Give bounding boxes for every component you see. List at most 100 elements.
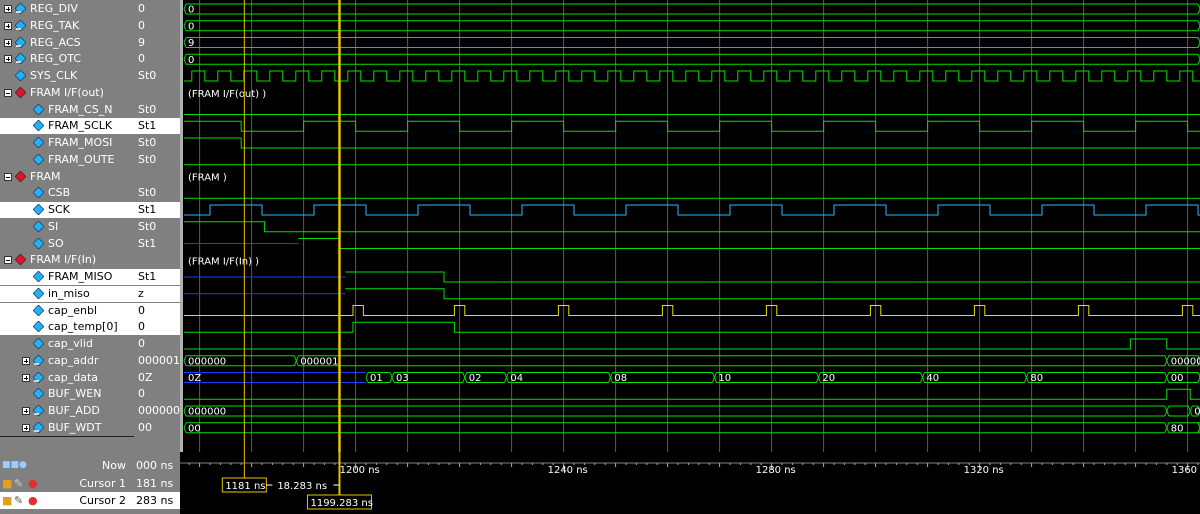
signal-value: 9	[138, 35, 145, 49]
remove-icon[interactable]: ●	[28, 492, 38, 509]
cursor1-row[interactable]: ■ ✎ ● Cursor 1	[0, 475, 134, 492]
group-label-fram: (FRAM )	[188, 173, 227, 184]
signal-row[interactable]: FRAM_SCLK	[0, 118, 134, 135]
signal-value: 0Z	[138, 370, 153, 384]
signal-icon	[33, 187, 44, 199]
signal-icon	[33, 321, 44, 333]
cursor-value-pane: 000 ns 181 ns 283 ns	[134, 452, 180, 514]
signal-value	[134, 169, 180, 185]
signal-icon	[33, 304, 44, 316]
signal-name: BUF_WEN	[48, 387, 102, 401]
signal-value: 0	[138, 18, 145, 32]
expand-icon[interactable]	[22, 356, 30, 365]
expand-icon[interactable]	[4, 38, 12, 47]
signal-row[interactable]: REG_ACS	[0, 35, 134, 51]
signal-value: St1	[134, 202, 180, 218]
signal-row[interactable]: SYS_CLK	[0, 68, 134, 84]
signal-row[interactable]: REG_TAK	[0, 18, 134, 34]
reg-tak-wave-segment	[183, 20, 1200, 32]
lock-icon[interactable]: ■	[2, 492, 12, 509]
expand-icon[interactable]	[22, 423, 30, 432]
in-miso-wave	[345, 288, 1200, 300]
signal-name: SYS_CLK	[30, 69, 78, 82]
signal-name: SI	[48, 219, 59, 233]
signal-row[interactable]: cap_vlid	[0, 336, 134, 352]
ruler-label: 1240 ns	[548, 465, 588, 476]
signal-value	[134, 252, 180, 268]
signal-row[interactable]: FRAM_MOSI	[0, 135, 134, 151]
signal-name: cap_temp[0]	[48, 320, 118, 334]
expand-icon[interactable]	[22, 373, 30, 382]
cap-data-wave-value: 08	[614, 373, 627, 384]
cursor2-row[interactable]: ■ ✎ ● Cursor 2	[0, 492, 134, 509]
signal-row[interactable]: SCK	[0, 202, 134, 218]
collapse-icon[interactable]	[4, 256, 12, 265]
signal-row[interactable]: BUF_ADD	[0, 403, 134, 419]
signal-row[interactable]: SI	[0, 219, 134, 235]
signal-row[interactable]: in_miso	[0, 285, 134, 302]
signal-row[interactable]: FRAM_MISO	[0, 269, 134, 285]
cap-data-wave-segment	[1025, 372, 1168, 383]
collapse-icon[interactable]	[4, 172, 12, 181]
signal-row[interactable]: FRAM	[0, 169, 134, 185]
signal-row[interactable]: BUF_WEN	[0, 386, 134, 402]
signal-value: St1	[138, 236, 157, 250]
now-value: 000 ns	[136, 459, 174, 472]
edit-icon[interactable]: ✎	[14, 492, 23, 509]
reg-otc-wave-value: 0	[188, 55, 194, 66]
signal-icon	[33, 204, 44, 215]
signal-row[interactable]: cap_addr	[0, 353, 134, 369]
signal-row[interactable]: cap_data	[0, 370, 134, 386]
signal-row[interactable]: SO	[0, 236, 134, 252]
expand-icon[interactable]	[4, 21, 12, 30]
signal-value: St0	[138, 219, 157, 233]
signal-value-pane: 0 0 9 0 St0 St0 St1 St0 St0 St0 St1 St0 St1 St1 z 0 0 0 00…	[134, 0, 180, 452]
reg-acs-wave-value: 9	[188, 38, 194, 49]
signal-row[interactable]: CSB	[0, 185, 134, 201]
signal-row[interactable]: FRAM I/F(In)	[0, 252, 134, 268]
remove-icon[interactable]: ●	[28, 475, 38, 492]
collapse-icon[interactable]	[4, 88, 12, 97]
cap-data-wave-value: 20	[822, 373, 835, 384]
edit-icon[interactable]: ✎	[14, 475, 23, 492]
reg-div-wave-value: 0	[188, 5, 194, 16]
signal-row[interactable]: BUF_WDT	[0, 420, 134, 436]
cap-vlid-wave	[184, 338, 1200, 350]
signal-value	[134, 85, 180, 101]
waveform-pane[interactable]: 0090(FRAM I/F(out) )(FRAM )(FRAM I/F(In)…	[183, 0, 1200, 452]
signal-row[interactable]: REG_DIV	[0, 1, 134, 17]
signal-name: FRAM_CS_N	[48, 102, 113, 116]
signal-name: FRAM_MISO	[48, 270, 113, 283]
cursor1-value: 181 ns	[136, 477, 174, 490]
buf-wdt-wave-value: 80	[1171, 423, 1184, 434]
signal-value: 0	[138, 2, 145, 15]
signal-row[interactable]: FRAM_OUTE	[0, 152, 134, 168]
signal-name: FRAM_OUTE	[48, 152, 115, 166]
buf-add-wave-segment	[1166, 405, 1191, 417]
signal-row[interactable]: FRAM I/F(out)	[0, 85, 134, 101]
cap-data-value: 0Z	[188, 373, 201, 384]
timeline-ruler: 1200 ns 1240 ns 1280 ns 1320 ns 1360 ns 1181 …	[180, 452, 1200, 510]
signal-name: FRAM	[30, 169, 61, 183]
buf-wdt-wave-segment	[183, 422, 1168, 434]
expand-icon[interactable]	[4, 5, 12, 13]
signal-name: REG_TAK	[30, 18, 80, 32]
signal-name: cap_addr	[48, 353, 99, 367]
signal-row[interactable]: REG_OTC	[0, 51, 134, 67]
expand-icon[interactable]	[22, 407, 30, 415]
signal-row[interactable]: cap_temp[0]	[0, 319, 134, 336]
signal-row[interactable]: cap_enbl	[0, 302, 134, 319]
cursor2-value: 283 ns	[134, 492, 180, 509]
toolbar-icons[interactable]: ■■●	[2, 457, 27, 474]
signal-row[interactable]: FRAM_CS_N	[0, 102, 134, 118]
timeline-area[interactable]: 1200 ns 1240 ns 1280 ns 1320 ns 1360 ns 1181 …	[0, 452, 1200, 514]
signal-value: 0	[138, 337, 145, 350]
sys-clk-wave	[184, 70, 1200, 82]
ruler-label: 1280 ns	[756, 465, 796, 476]
expand-icon[interactable]	[4, 55, 12, 64]
cursor1-label: Cursor 1	[79, 477, 126, 490]
signal-name: SO	[48, 236, 64, 250]
signal-value: 0	[134, 319, 180, 336]
signal-name: FRAM I/F(out)	[30, 85, 104, 99]
lock-icon[interactable]: ■	[2, 475, 12, 492]
